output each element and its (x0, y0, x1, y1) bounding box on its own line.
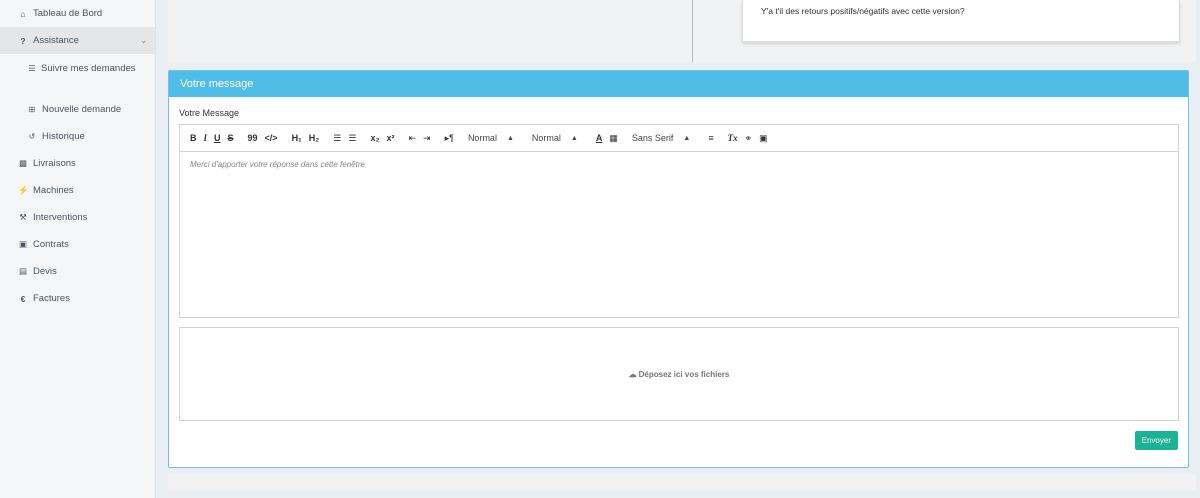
sidebar-item-label: Livraisons (33, 158, 76, 169)
previous-message-card: Y'a t'il des retours positifs/négatifs a… (742, 0, 1180, 42)
sidebar-item-livraisons[interactable]: ▩ Livraisons (0, 150, 155, 177)
dropzone-text: Déposez ici vos fichiers (638, 369, 730, 379)
previous-message-text: Y'a t'il des retours positifs/négatifs a… (761, 6, 965, 16)
underline-button[interactable]: U (214, 133, 221, 143)
message-field-label: Votre Message (179, 108, 240, 118)
sidebar-item-dashboard[interactable]: ⌂ Tableau de Bord (0, 0, 155, 27)
background-color-icon[interactable]: ▦ (609, 133, 618, 143)
sidebar-item-label: Factures (33, 293, 70, 304)
sidebar-item-interventions[interactable]: ⚒ Interventions (0, 204, 155, 231)
sidebar-item-historique[interactable]: ↺ Historique (0, 123, 155, 150)
outdent-icon[interactable]: ⇤ (408, 133, 416, 143)
align-icon[interactable]: ≡ (708, 133, 713, 143)
video-icon[interactable]: ▣ (759, 133, 768, 143)
blockquote-button[interactable]: 99 (248, 133, 258, 143)
select-arrows-icon: ▲︎ (570, 134, 578, 142)
italic-button[interactable]: I (204, 133, 208, 143)
wrench-icon: ⚒ (19, 212, 27, 222)
history-icon: ↺ (28, 132, 36, 141)
timeline-divider (692, 0, 693, 62)
bold-button[interactable]: B (190, 133, 197, 143)
header-select[interactable]: Normal ▲︎ (532, 133, 578, 143)
cart-icon: ▤ (18, 266, 28, 276)
list-icon: ☰ (28, 64, 36, 73)
ordered-list-icon[interactable]: ☰ (333, 133, 341, 143)
file-dropzone[interactable]: ☁ Déposez ici vos fichiers (179, 327, 1179, 421)
sidebar-item-label: Contrats (33, 239, 69, 250)
sidebar-item-label: Machines (33, 185, 74, 196)
question-icon: ? (20, 35, 26, 46)
sidebar-item-contrats[interactable]: ▣ Contrats (0, 231, 155, 258)
sidebar-item-nouvelle-demande[interactable]: ⊞ Nouvelle demande (0, 96, 155, 123)
message-panel: Votre message Votre Message B I U S 99 <… (168, 70, 1189, 468)
font-select[interactable]: Sans Serif ▲︎ (632, 133, 690, 143)
sidebar-item-label: Tableau de Bord (33, 8, 103, 19)
sidebar-item-label: Interventions (33, 212, 88, 223)
text-direction-button[interactable]: ▸¶ (445, 133, 454, 143)
sidebar-item-devis[interactable]: ▤ Devis (0, 258, 155, 285)
sidebar-item-label: Suivre mes demandes (41, 63, 136, 74)
chevron-down-icon: ⌄ (140, 36, 147, 45)
text-color-icon[interactable]: A (596, 133, 603, 143)
header-1-button[interactable]: H₁ (292, 133, 302, 143)
panel-title: Votre message (169, 71, 1188, 97)
cloud-upload-icon: ☁ (628, 369, 637, 379)
sidebar-item-label: Devis (33, 266, 57, 277)
header-select-value: Normal (531, 133, 561, 143)
sidebar-item-label: Historique (42, 131, 85, 142)
message-input[interactable]: Merci d'apporter votre réponse dans cett… (180, 152, 1178, 317)
send-button[interactable]: Envoyer (1134, 431, 1178, 450)
strike-button[interactable]: S (228, 133, 234, 143)
bullet-list-icon[interactable]: ☰ (348, 133, 356, 143)
superscript-button[interactable]: x² (386, 133, 394, 143)
plus-square-icon: ⊞ (28, 105, 36, 114)
plug-icon: ⚡ (18, 185, 29, 195)
code-block-button[interactable]: </> (265, 133, 278, 143)
editor-toolbar: B I U S 99 </> H₁ H₂ ☰ ☰ x₂ x² ⇤ ⇥ ▸¶ No… (180, 125, 1178, 152)
sidebar-item-suivre-demandes[interactable]: ☰ Suivre mes demandes (0, 54, 155, 96)
message-placeholder: Merci d'apporter votre réponse dans cett… (190, 160, 365, 169)
briefcase-icon: ▣ (18, 239, 28, 249)
size-select-value: Normal (467, 133, 497, 143)
clean-format-button[interactable]: Tx (728, 133, 738, 143)
truck-icon: ▩ (18, 158, 28, 168)
rich-text-editor: B I U S 99 </> H₁ H₂ ☰ ☰ x₂ x² ⇤ ⇥ ▸¶ No… (179, 124, 1179, 318)
sidebar-item-machines[interactable]: ⚡ Machines (0, 177, 155, 204)
previous-message-panel: Y'a t'il des retours positifs/négatifs a… (168, 0, 1196, 62)
indent-icon[interactable]: ⇥ (423, 133, 431, 143)
link-icon[interactable]: ⚭ (745, 133, 753, 143)
sidebar-item-label: Nouvelle demande (42, 104, 122, 115)
sidebar-item-assistance[interactable]: ? Assistance ⌄ (0, 27, 155, 54)
main-content: Y'a t'il des retours positifs/négatifs a… (156, 0, 1200, 498)
sidebar: ⌂ Tableau de Bord ? Assistance ⌄ ☰ Suivre… (0, 0, 156, 498)
subscript-button[interactable]: x₂ (370, 133, 379, 143)
header-2-button[interactable]: H₂ (309, 133, 320, 143)
sidebar-item-label: Assistance (33, 35, 79, 46)
euro-icon: € (20, 293, 26, 304)
select-arrows-icon: ▲︎ (683, 134, 691, 142)
sidebar-item-factures[interactable]: € Factures (0, 285, 155, 312)
font-select-value: Sans Serif (631, 133, 674, 143)
bottom-panel (168, 474, 1196, 490)
size-select[interactable]: Normal ▲︎ (468, 133, 514, 143)
home-icon: ⌂ (20, 8, 26, 19)
select-arrows-icon: ▲︎ (506, 134, 514, 142)
